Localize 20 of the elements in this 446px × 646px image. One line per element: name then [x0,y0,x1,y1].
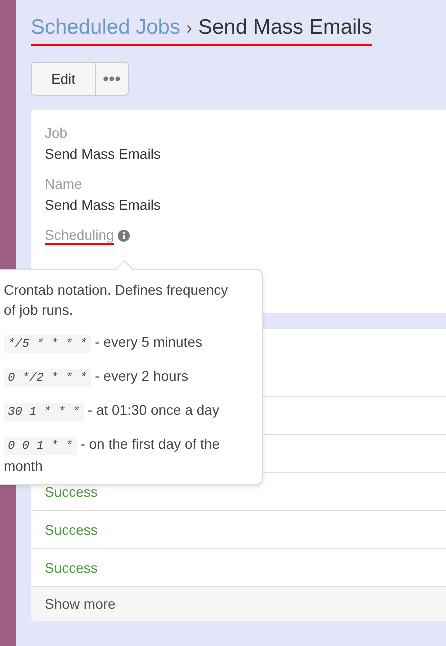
field-label: Job [45,125,68,141]
info-icon[interactable] [118,230,130,242]
cron-example: 0 */2 * * * - every 2 hours [4,366,238,388]
more-icon [103,76,121,82]
run-status: Success [45,560,98,576]
run-status: Success [45,522,98,538]
field-label: Name [45,176,82,192]
run-status: Success [45,484,98,500]
show-more-button[interactable]: Show more [31,587,446,621]
cron-example: 0 0 1 * * - on the first day of the month [4,435,221,476]
cron-example: 30 1 * * * - at 01:30 once a day [4,400,238,422]
edit-button[interactable]: Edit [31,62,96,96]
more-button[interactable] [96,62,129,96]
field-label: Scheduling [45,227,114,245]
field-value: Send Mass Emails [45,197,162,213]
tooltip-text: Crontab notation. Defines frequency of job runs. [4,281,230,320]
page-title: Send Mass Emails [198,16,372,40]
field-value: Send Mass Emails [45,146,162,162]
breadcrumb-separator: › [186,18,192,39]
cron-example: */5 * * * * - every 5 minutes [4,332,238,354]
